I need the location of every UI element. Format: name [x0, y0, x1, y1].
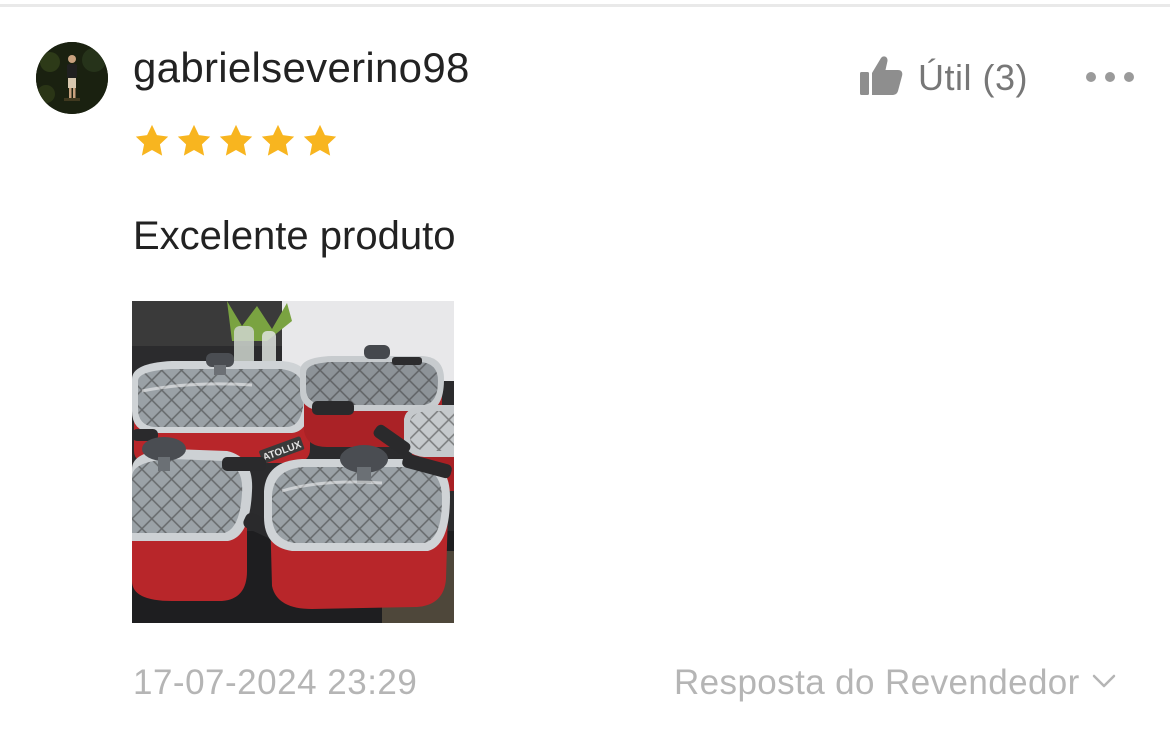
star-icon — [175, 122, 213, 164]
thumbs-up-icon — [858, 55, 904, 102]
username[interactable]: gabrielseverino98 — [133, 44, 470, 92]
review-date: 17-07-2024 23:29 — [133, 663, 418, 702]
more-options-icon[interactable] — [1080, 62, 1140, 92]
top-divider — [0, 4, 1170, 7]
star-icon — [217, 122, 255, 164]
chevron-down-icon — [1092, 673, 1116, 694]
helpful-button[interactable]: Útil (3) — [858, 52, 1028, 104]
helpful-label: Útil (3) — [918, 57, 1028, 98]
seller-reply-label: Resposta do Revendedor — [674, 663, 1080, 702]
seller-reply-toggle[interactable]: Resposta do Revendedor — [674, 663, 1116, 703]
star-icon — [301, 122, 339, 164]
star-rating — [133, 122, 339, 164]
review-text: Excelente produto — [133, 214, 456, 258]
avatar[interactable] — [36, 42, 108, 114]
star-icon — [133, 122, 171, 164]
review-photo[interactable]: ATOLUX — [132, 301, 454, 623]
star-icon — [259, 122, 297, 164]
